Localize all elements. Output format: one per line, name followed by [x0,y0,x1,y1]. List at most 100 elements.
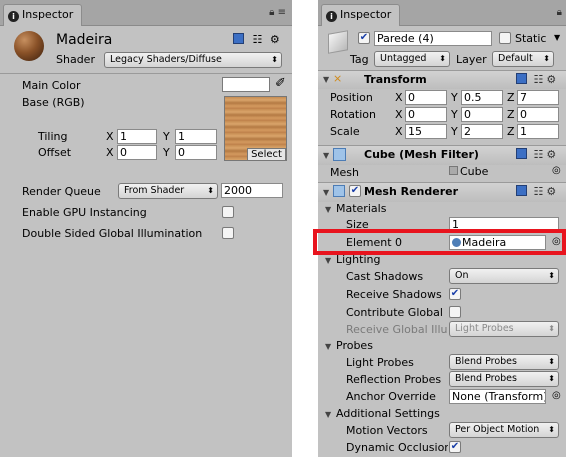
scale-y-label: Y [451,125,458,138]
position-z-field[interactable]: 7 [517,90,559,105]
additional-settings-foldout-arrow-icon[interactable]: ▼ [325,410,331,419]
lock-menu-icon[interactable]: 🔒︎ ≡ [269,7,286,18]
cast-shadows-dropdown[interactable]: On ⬍ [449,268,559,284]
main-color-label: Main Color [22,79,81,92]
material-name: Madeira [56,32,113,48]
mesh-renderer-enabled-checkbox[interactable]: ✔ [349,185,361,197]
gpu-instancing-label: Enable GPU Instancing [22,206,147,219]
dropdown-arrow-icon: ⬍ [548,357,555,366]
settings-sliders-icon[interactable]: ☷ [253,33,263,46]
scale-z-label: Z [507,125,515,138]
tab-inspector[interactable]: i Inspector [321,4,401,26]
component-header-icons[interactable]: ☷⚙ [516,185,559,198]
offset-y-label: Y [163,146,170,159]
rotation-z-field[interactable]: 0 [517,107,559,122]
dynamic-occlusion-checkbox[interactable]: ✔ [449,441,461,453]
scale-z-field[interactable]: 1 [517,124,559,139]
rotation-y-field[interactable]: 0 [461,107,503,122]
object-picker-icon[interactable]: ◎ [552,390,561,401]
eyedropper-icon[interactable]: ✐ [275,76,286,91]
highlight-box [313,229,566,255]
double-sided-gi-label: Double Sided Global Illumination [22,227,203,240]
object-picker-icon[interactable]: ◎ [552,165,561,176]
tiling-y-field[interactable]: 1 [175,129,217,144]
object-active-checkbox[interactable]: ✔ [358,32,370,44]
tab-inspector[interactable]: i Inspector [3,4,83,26]
contribute-global-checkbox[interactable] [449,306,461,318]
tab-bar: i Inspector 🔒︎ ≡ [0,0,292,26]
offset-x-label: X [106,146,114,159]
materials-foldout-arrow-icon[interactable]: ▼ [325,205,331,214]
shader-label: Shader [56,53,95,66]
reflection-probes-dropdown[interactable]: Blend Probes ⬍ [449,371,559,387]
light-probes-dropdown[interactable]: Blend Probes ⬍ [449,354,559,370]
tab-bar: i Inspector 🔒︎ [318,0,566,26]
anchor-override-field[interactable]: None (Transform) [449,389,546,404]
offset-y-field[interactable]: 0 [175,145,217,160]
layer-dropdown[interactable]: Default ⬍ [492,51,554,67]
mesh-renderer-header[interactable]: ▼ ✔ Mesh Renderer ☷⚙ [318,182,566,202]
dropdown-arrow-icon: ⬍ [543,54,550,63]
dropdown-arrow-icon: ⬍ [439,54,446,63]
component-header-icons[interactable]: ☷⚙ [516,73,559,86]
component-header-icons[interactable]: ☷⚙ [516,148,559,161]
render-queue-field[interactable]: 2000 [221,183,283,198]
gpu-instancing-checkbox[interactable] [222,206,234,218]
header-divider [0,73,292,74]
dropdown-arrow-icon: ⬍ [548,324,555,333]
materials-label[interactable]: Materials [336,202,386,215]
position-y-label: Y [451,91,458,104]
scale-x-field[interactable]: 15 [405,124,447,139]
mesh-renderer-title: Mesh Renderer [364,185,459,198]
offset-label: Offset [38,146,72,159]
receive-global-dropdown: Light Probes ⬍ [449,321,559,337]
main-color-swatch[interactable] [222,77,270,92]
foldout-arrow-icon[interactable]: ▼ [323,75,329,84]
help-book-icon[interactable] [516,73,527,84]
material-inspector-panel: i Inspector 🔒︎ ≡ Madeira Shader Legacy Sh… [0,0,292,457]
static-label[interactable]: Static [515,32,546,45]
rotation-label: Rotation [330,108,377,121]
render-queue-dropdown[interactable]: From Shader ⬍ [118,183,218,199]
additional-settings-label[interactable]: Additional Settings [336,407,440,420]
position-label: Position [330,91,373,104]
scale-x-label: X [395,125,403,138]
tiling-x-field[interactable]: 1 [117,129,157,144]
gear-icon[interactable]: ⚙ [270,33,280,46]
static-dropdown-arrow-icon[interactable]: ▼ [554,33,560,42]
lock-icon[interactable]: 🔒︎ [557,7,562,18]
mesh-renderer-icon [333,185,345,197]
info-icon: i [8,11,19,22]
mesh-icon [449,166,458,175]
help-book-icon[interactable] [516,148,527,159]
scale-y-field[interactable]: 2 [461,124,503,139]
receive-shadows-label: Receive Shadows [346,288,442,301]
motion-vectors-dropdown[interactable]: Per Object Motion ⬍ [449,422,559,438]
select-texture-button[interactable]: Select [247,148,286,161]
transform-header[interactable]: ▼ ⨯ Transform ☷⚙ [318,70,566,89]
help-book-icon[interactable] [233,33,244,44]
tag-dropdown[interactable]: Untagged ⬍ [374,51,450,67]
help-book-icon[interactable] [516,185,527,196]
tiling-y-label: Y [163,130,170,143]
lighting-foldout-arrow-icon[interactable]: ▼ [325,256,331,265]
dropdown-arrow-icon: ⬍ [271,55,278,64]
foldout-arrow-icon[interactable]: ▼ [323,188,329,197]
offset-x-field[interactable]: 0 [117,145,157,160]
position-y-field[interactable]: 0.5 [461,90,503,105]
double-sided-gi-checkbox[interactable] [222,227,234,239]
mesh-object-field[interactable]: Cube [449,165,544,179]
receive-global-label: Receive Global Illu [346,323,448,336]
dynamic-occlusion-label: Dynamic Occlusion [346,441,448,454]
rotation-x-field[interactable]: 0 [405,107,447,122]
foldout-arrow-icon[interactable]: ▼ [323,151,329,160]
shader-dropdown[interactable]: Legacy Shaders/Diffuse ⬍ [104,52,282,68]
object-name-field[interactable]: Parede (4) [374,31,492,46]
reflection-probes-label: Reflection Probes [346,373,442,386]
position-x-field[interactable]: 0 [405,90,447,105]
probes-foldout-arrow-icon[interactable]: ▼ [325,342,331,351]
mesh-filter-header[interactable]: ▼ Cube (Mesh Filter) ☷⚙ [318,145,566,165]
static-checkbox[interactable] [499,32,511,44]
probes-label[interactable]: Probes [336,339,373,352]
receive-shadows-checkbox[interactable]: ✔ [449,288,461,300]
